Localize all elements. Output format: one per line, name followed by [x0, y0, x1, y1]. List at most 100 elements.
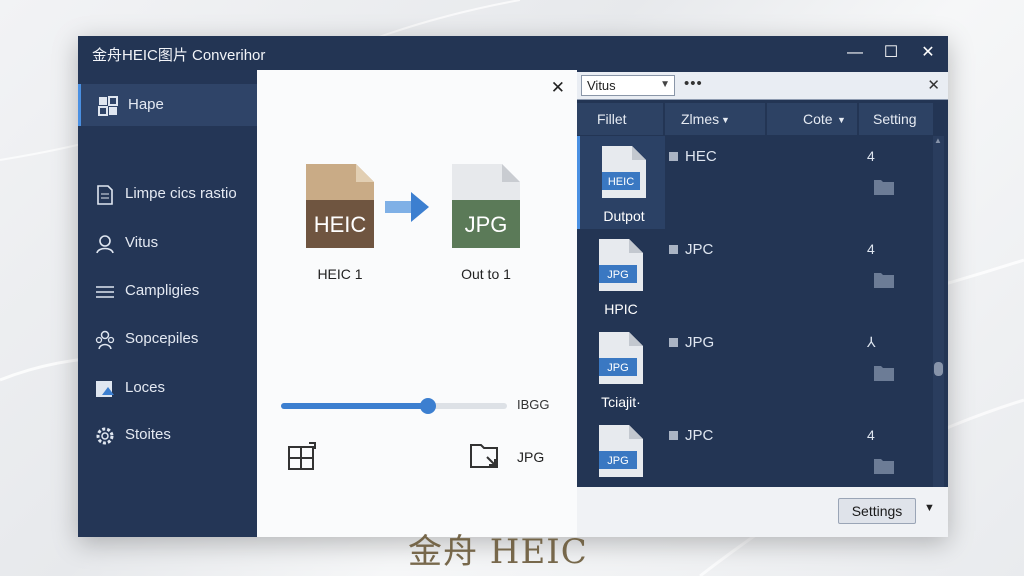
scroll-up-arrow[interactable]: ▲: [934, 136, 942, 145]
row-thumbnail[interactable]: HEIC Dutpot: [577, 136, 665, 229]
maximize-button[interactable]: ☐: [876, 40, 906, 66]
user-icon: [96, 235, 114, 254]
arrow-right-icon: [385, 192, 429, 222]
filter-select[interactable]: Vitus ▼: [581, 75, 675, 96]
column-header-file[interactable]: Fillet: [577, 103, 663, 135]
row-badge: HEIC: [608, 176, 634, 188]
file-panel-close-button[interactable]: ✕: [927, 76, 940, 94]
sidebar-item-label: Stoites: [125, 426, 171, 443]
jpg-file-icon: JPG: [452, 164, 520, 248]
app-window: 金舟HEIC图片 Converihor — ☐ ✕ Hape Limpe cic…: [78, 36, 948, 537]
quality-slider[interactable]: [281, 398, 507, 414]
column-header-name[interactable]: Zlmes ▼: [665, 103, 765, 135]
people-icon: [95, 330, 115, 350]
column-header-label: Setting: [873, 111, 917, 127]
sidebar-item-label: Sopcepiles: [125, 330, 199, 347]
quality-slider-thumb[interactable]: [419, 398, 436, 414]
table-row[interactable]: JPG Tciajit· JPG ⅄: [577, 322, 932, 415]
converter-close-button[interactable]: ✕: [551, 78, 565, 98]
close-button[interactable]: ✕: [913, 40, 943, 66]
quality-value-label: IBGG: [517, 397, 550, 412]
title-bar[interactable]: 金舟HEIC图片 Converihor — ☐ ✕: [78, 36, 948, 70]
quality-slider-fill: [281, 403, 428, 409]
row-checkbox[interactable]: [669, 338, 678, 347]
target-file-label: Out to 1: [461, 266, 511, 282]
row-count: 4: [867, 241, 875, 257]
folder-open-icon[interactable]: [469, 441, 501, 471]
chevron-down-icon: ▼: [721, 115, 730, 125]
output-format-label: JPG: [517, 449, 545, 465]
sidebar-item-campligies[interactable]: Campligies: [78, 270, 257, 312]
row-type: HEC: [685, 148, 717, 165]
brand-watermark: 金舟 HEIC: [408, 532, 588, 572]
converter-panel: ✕ HEIC HEIC 1 JPG Out to 1 IBGG JPG: [257, 70, 577, 537]
jpg-file-icon: JPG: [599, 332, 643, 384]
more-options-button[interactable]: •••: [684, 75, 703, 92]
column-header-label: Fillet: [597, 111, 627, 127]
vertical-scrollbar[interactable]: ▲ ▼: [933, 136, 944, 520]
row-checkbox[interactable]: [669, 431, 678, 440]
sidebar-item-loces[interactable]: Loces: [78, 367, 257, 409]
sidebar-item-hape[interactable]: Hape: [78, 84, 257, 126]
settings-dropdown-button[interactable]: ▼: [924, 502, 935, 514]
sidebar-item-limpe[interactable]: Limpe cics rastio: [78, 173, 257, 215]
row-count: 4: [867, 427, 875, 443]
minimize-button[interactable]: —: [840, 40, 870, 66]
row-thumbnail[interactable]: JPG HPIC: [577, 229, 665, 322]
sidebar-item-label: Vitus: [125, 234, 159, 251]
heic-file-icon: HEIC: [306, 164, 374, 248]
folder-icon[interactable]: [873, 457, 895, 475]
grid-icon: [98, 96, 118, 116]
row-thumbnail[interactable]: JPG Tciajit·: [577, 322, 665, 415]
column-header-settings[interactable]: Setting: [859, 103, 933, 135]
scrollbar-thumb[interactable]: [934, 362, 943, 376]
folder-icon[interactable]: [873, 364, 895, 382]
document-icon: [97, 185, 113, 205]
folder-icon[interactable]: [873, 178, 895, 196]
row-count: ⅄: [867, 334, 876, 350]
list-icon: [96, 286, 114, 298]
settings-button[interactable]: Settings: [838, 498, 916, 524]
crop-transform-icon[interactable]: [285, 441, 319, 475]
sidebar: Hape Limpe cics rastio Vitus Campligies …: [78, 70, 257, 537]
row-type: JPC: [685, 241, 714, 258]
heic-file-icon: HEIC: [602, 146, 646, 198]
row-checkbox[interactable]: [669, 152, 678, 161]
file-panel-toolbar: Vitus ▼ ••• ✕: [577, 72, 948, 100]
folder-icon[interactable]: [873, 271, 895, 289]
row-badge: JPG: [607, 362, 628, 374]
row-caption: Tciajit·: [601, 394, 641, 410]
jpg-file-icon: JPG: [599, 239, 643, 291]
filter-select-value: Vitus: [587, 78, 616, 93]
chevron-down-icon: ▼: [660, 79, 670, 90]
row-caption: Dutpot: [603, 208, 645, 224]
table-row[interactable]: JPG HPIC JPC 4: [577, 229, 932, 322]
sidebar-item-label: Campligies: [125, 282, 200, 299]
source-file-label: HEIC 1: [317, 266, 363, 282]
row-badge: JPG: [607, 455, 628, 467]
app-title: 金舟HEIC图片 Converihor: [92, 47, 266, 64]
row-caption: HPIC: [604, 301, 638, 317]
target-badge-text: JPG: [465, 212, 508, 237]
column-header-label: Cote: [803, 111, 833, 127]
chevron-down-icon: ▼: [837, 115, 846, 125]
sidebar-item-sopcepiles[interactable]: Sopcepiles: [78, 318, 257, 360]
sidebar-item-label: Hape: [128, 96, 164, 113]
row-type: JPC: [685, 427, 714, 444]
table-row[interactable]: HEIC Dutpot HEC 4: [577, 136, 932, 229]
row-count: 4: [867, 148, 875, 164]
sidebar-item-label: Loces: [125, 379, 166, 396]
sidebar-item-vitus[interactable]: Vitus: [78, 222, 257, 264]
sidebar-item-stoites[interactable]: Stoites: [78, 414, 257, 456]
jpg-file-icon: JPG: [599, 425, 643, 477]
row-type: JPG: [685, 334, 715, 351]
image-upload-icon: [96, 381, 114, 397]
source-badge-text: HEIC: [314, 212, 367, 237]
column-header-label: Zlmes: [681, 111, 720, 127]
column-header-date[interactable]: Cote ▼: [767, 103, 857, 135]
sidebar-item-label: Limpe cics rastio: [125, 185, 237, 202]
gear-icon: [96, 427, 114, 445]
row-checkbox[interactable]: [669, 245, 678, 254]
row-badge: JPG: [607, 269, 628, 281]
file-list-panel: Vitus ▼ ••• ✕ Fillet Zlmes ▼ Cote ▼ Settin…: [577, 70, 948, 537]
